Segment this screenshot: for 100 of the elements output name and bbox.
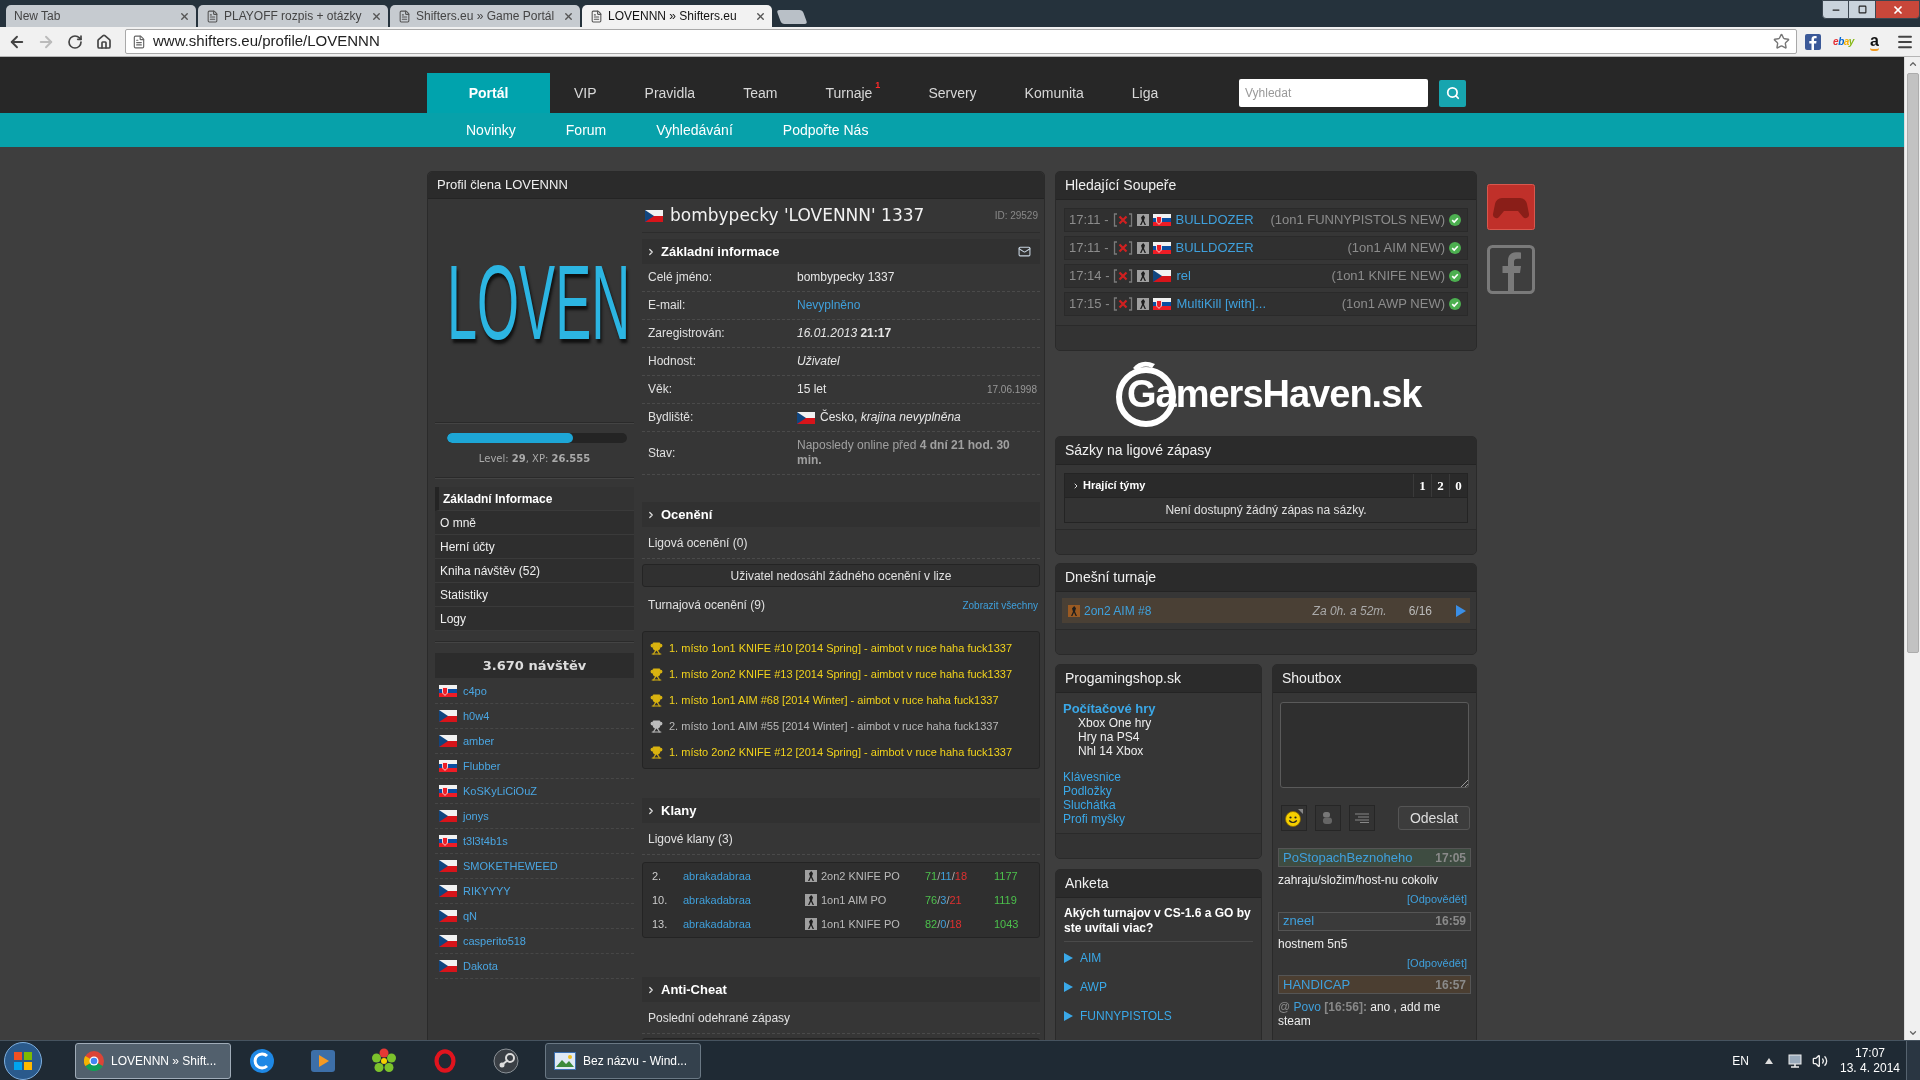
visitor-link[interactable]: t3l3t4b1s (463, 832, 508, 850)
visitor-link[interactable]: jonys (463, 807, 489, 825)
player-link[interactable]: rel (1176, 266, 1191, 286)
reply-link[interactable]: [Odpovědět] (1407, 954, 1471, 971)
nav-tab[interactable]: VIP (574, 82, 597, 104)
profile-menu-item[interactable]: O mně (435, 511, 634, 535)
remove-icon[interactable] (1112, 213, 1133, 227)
nav-tab[interactable]: Liga (1131, 82, 1159, 104)
visitor-link[interactable]: c4po (463, 682, 487, 700)
subnav-link[interactable]: Novinky (466, 119, 516, 141)
shop-link[interactable]: Klávesnice (1063, 770, 1122, 784)
poll-option[interactable]: AIM (1064, 943, 1102, 972)
tournament-row[interactable]: 2on2 AIM #8 Za 0h. a 52m. 6/16 (1062, 598, 1470, 623)
minimize-button[interactable] (1822, 0, 1849, 19)
search-field[interactable]: Vyhledat (1239, 79, 1428, 107)
visitor-link[interactable]: casperito518 (463, 932, 526, 950)
play-tile-icon[interactable] (309, 1047, 336, 1074)
visitor-link[interactable]: KoSKyLiCiOuZ (463, 782, 537, 800)
player-link[interactable]: MultiKill [with]... (1176, 294, 1267, 314)
maximize-button[interactable] (1849, 0, 1875, 19)
search-button[interactable] (1439, 79, 1466, 107)
close-icon[interactable] (755, 10, 766, 22)
scrollbar-thumb[interactable] (1906, 73, 1919, 653)
close-icon[interactable] (179, 10, 190, 22)
profile-menu-item[interactable]: Statistiky (435, 583, 634, 607)
nav-tab[interactable]: Team (743, 82, 778, 104)
user-link[interactable]: Povo (1293, 1000, 1321, 1014)
browser-tab[interactable]: New Tab (6, 5, 196, 27)
profile-menu-item[interactable]: Logy (435, 607, 634, 631)
clan-link[interactable]: abrakadabraa (683, 917, 751, 930)
poll-option[interactable]: FUNNYPISTOLS (1064, 1001, 1172, 1030)
browser-tab[interactable]: Shifters.eu » Game Portál (390, 5, 580, 27)
clock-date[interactable]: 13. 4. 2014 (1839, 1060, 1901, 1076)
facebook-icon[interactable] (1804, 33, 1821, 50)
message-field[interactable] (1280, 702, 1469, 788)
visitor-link[interactable]: h0w4 (463, 707, 490, 725)
close-icon[interactable] (563, 10, 574, 22)
mail-icon[interactable] (1017, 245, 1032, 258)
clan-link[interactable]: abrakadabraa (683, 893, 751, 906)
nav-tab[interactable]: Komunita (1024, 82, 1084, 104)
volume-icon[interactable] (1812, 1052, 1828, 1069)
start-button[interactable] (4, 1041, 42, 1080)
tournament-link[interactable]: 2on2 AIM #8 (1084, 601, 1152, 620)
profile-menu-item[interactable]: Základní Informace (435, 487, 634, 511)
close-window-button[interactable] (1875, 0, 1920, 19)
visitor-link[interactable]: SMOKETHEWEED (463, 857, 558, 875)
profile-menu-item[interactable]: Herní účty (435, 535, 634, 559)
author-link[interactable]: HANDICAP (1283, 974, 1351, 995)
tray-expand-icon[interactable] (1765, 1057, 1773, 1064)
nav-tab[interactable]: Servery (928, 82, 977, 104)
remove-icon[interactable] (1112, 241, 1133, 255)
visitor-link[interactable]: Dakota (463, 957, 498, 975)
taskbar-window-button[interactable]: LOVENNN » Shift... (75, 1042, 231, 1079)
player-link[interactable]: BULLDOZER (1175, 238, 1254, 258)
category-link[interactable]: Počítačové hry (1063, 701, 1156, 716)
format-button[interactable] (1315, 805, 1341, 831)
flower-icon[interactable] (370, 1047, 397, 1074)
swirl-icon[interactable] (248, 1047, 275, 1074)
clan-link[interactable]: abrakadabraa (683, 869, 751, 882)
profile-menu-item[interactable]: Kniha návštěv (52) (435, 559, 634, 583)
subcategory-link[interactable]: Xbox One hry (1078, 716, 1152, 730)
shop-link[interactable]: Podložky (1063, 784, 1112, 798)
nav-tab[interactable]: Portál (427, 73, 550, 113)
reply-link[interactable]: [Odpovědět] (1407, 891, 1471, 908)
close-icon[interactable] (371, 10, 382, 22)
nav-tab[interactable]: Turnaje 1 (825, 82, 881, 104)
visitor-link[interactable]: amber (463, 732, 495, 750)
player-link[interactable]: BULLDOZER (1175, 210, 1254, 230)
language-indicator[interactable]: EN (1732, 1051, 1749, 1070)
author-link[interactable]: zneel (1283, 911, 1315, 931)
extension-logo[interactable]: ebay (1833, 34, 1854, 49)
shop-link[interactable]: Profi myšky (1063, 812, 1125, 826)
shop-link[interactable]: Sluchátka (1063, 798, 1116, 812)
send-button[interactable]: Odeslat (1398, 806, 1470, 830)
emoji-button[interactable] (1281, 805, 1307, 831)
remove-icon[interactable] (1113, 297, 1134, 311)
field-link[interactable]: Nevyplněno (797, 298, 861, 313)
clock-time[interactable]: 17:07 (1855, 1045, 1885, 1061)
visitor-link[interactable]: Flubber (463, 757, 501, 775)
extension-logo[interactable]: a (1870, 32, 1879, 51)
bookmark-star-icon[interactable] (1773, 33, 1790, 50)
play-icon[interactable] (1456, 604, 1466, 617)
browser-tab[interactable]: PLAYOFF rozpis + otázky (198, 5, 388, 27)
show-all-link[interactable]: Zobrazit všechny (962, 597, 1038, 613)
subnav-link[interactable]: Forum (565, 119, 607, 141)
subcategory-link[interactable]: Hry na PS4 (1078, 730, 1140, 744)
browser-tab[interactable]: LOVENNN » Shifters.eu (582, 5, 772, 27)
address-field[interactable]: www.shifters.eu/profile/LOVENNN (125, 29, 1797, 54)
remove-icon[interactable] (1113, 269, 1134, 283)
poll-option[interactable]: AWP (1064, 972, 1107, 1001)
subnav-link[interactable]: Podpořte Nás (782, 119, 869, 141)
nav-tab[interactable]: Pravidla (644, 82, 696, 104)
piston-icon[interactable] (492, 1047, 519, 1074)
author-link[interactable]: PoStopachBeznoheho (1283, 847, 1413, 868)
visitor-link[interactable]: RIKYYYY (463, 882, 511, 900)
taskbar-window-button[interactable]: Bez názvu - Wind... (545, 1042, 701, 1079)
visitor-link[interactable]: qN (463, 907, 478, 925)
network-icon[interactable] (1787, 1053, 1803, 1068)
subcategory-link[interactable]: Nhl 14 Xbox (1078, 744, 1144, 758)
subnav-link[interactable]: Vyhledávání (656, 119, 733, 141)
